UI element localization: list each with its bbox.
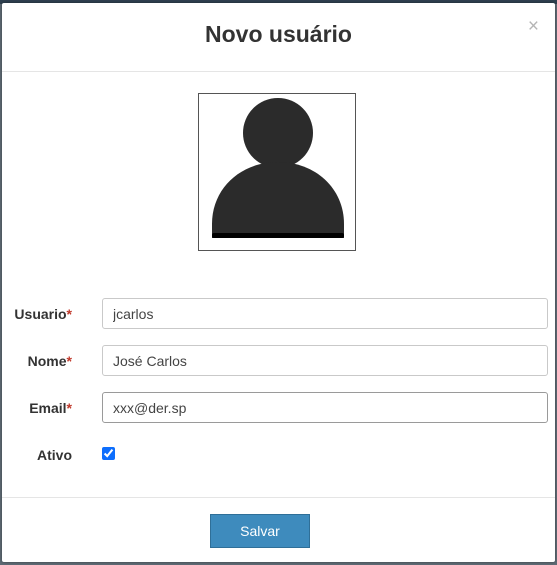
- save-button[interactable]: Salvar: [210, 514, 310, 548]
- avatar-image[interactable]: [198, 93, 356, 251]
- ativo-checkbox[interactable]: [102, 447, 115, 460]
- email-input[interactable]: [102, 392, 548, 423]
- required-marker: *: [66, 353, 72, 369]
- nome-label: Nome*: [28, 353, 72, 369]
- new-user-modal: Novo usuário × Usuario* Nome* Email* Ati…: [2, 3, 555, 562]
- nome-input[interactable]: [102, 345, 548, 376]
- usuario-row: Usuario*: [2, 298, 555, 330]
- close-icon[interactable]: ×: [528, 17, 539, 36]
- email-label: Email*: [29, 400, 72, 416]
- email-label-text: Email: [29, 400, 67, 416]
- nome-label-text: Nome: [27, 353, 67, 369]
- nome-row: Nome*: [2, 345, 555, 377]
- modal-footer: Salvar: [2, 497, 555, 562]
- required-marker: *: [66, 400, 72, 416]
- usuario-label-text: Usuario: [14, 306, 67, 322]
- modal-header: Novo usuário ×: [2, 3, 555, 72]
- usuario-input[interactable]: [102, 298, 548, 329]
- required-marker: *: [66, 306, 72, 322]
- modal-title: Novo usuário: [205, 21, 352, 47]
- email-row: Email*: [2, 392, 555, 424]
- user-silhouette-icon: [212, 98, 344, 238]
- ativo-label: Ativo: [37, 447, 72, 463]
- ativo-row: Ativo: [2, 439, 555, 471]
- usuario-label: Usuario*: [14, 306, 72, 322]
